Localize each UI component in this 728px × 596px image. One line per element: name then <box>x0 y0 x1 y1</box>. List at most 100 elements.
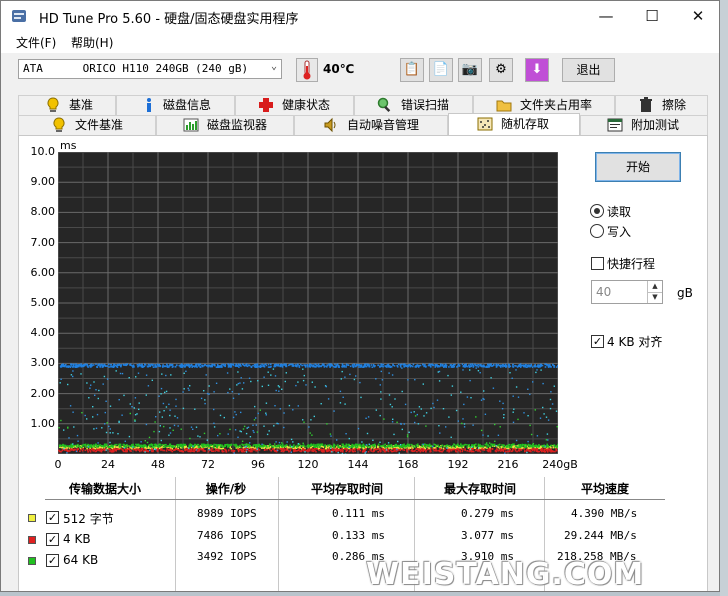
series-checkbox-64kb[interactable]: ✓ <box>46 554 59 567</box>
data-point <box>415 448 417 450</box>
align-4kb-checkbox[interactable]: ✓ <box>591 335 604 348</box>
data-point <box>334 363 336 366</box>
tab-folder-usage[interactable]: 文件夹占用率 <box>473 95 615 115</box>
data-point <box>289 448 292 450</box>
data-point <box>175 398 177 401</box>
data-point <box>474 363 476 366</box>
data-point <box>287 449 289 451</box>
data-point <box>112 365 115 368</box>
data-point <box>503 417 505 419</box>
data-point <box>526 448 528 451</box>
copy-text-button[interactable]: 📄 <box>429 58 453 82</box>
menu-help[interactable]: 帮助(H) <box>71 34 113 51</box>
data-point <box>97 397 99 400</box>
data-point <box>466 446 469 448</box>
series-checkbox-4kb[interactable]: ✓ <box>46 533 59 546</box>
data-point <box>323 448 325 450</box>
data-point <box>482 397 484 400</box>
read-radio[interactable] <box>590 204 604 218</box>
data-point <box>353 364 356 366</box>
data-point <box>208 447 210 450</box>
tab-file-benchmark[interactable]: 文件基准 <box>18 115 156 135</box>
data-point <box>297 381 299 383</box>
data-point <box>406 435 409 438</box>
data-point <box>219 445 222 448</box>
data-point <box>277 423 279 425</box>
data-point <box>339 390 342 393</box>
tab-aam[interactable]: 自动噪音管理 <box>294 115 448 135</box>
data-point <box>283 426 285 429</box>
copy-info-button[interactable]: 📋 <box>400 58 424 82</box>
data-point <box>550 391 552 393</box>
write-radio[interactable] <box>590 224 604 238</box>
data-point <box>155 416 157 418</box>
data-point <box>59 450 62 453</box>
menu-file[interactable]: 文件(F) <box>16 34 56 51</box>
short-stroke-checkbox[interactable] <box>591 257 604 270</box>
data-point <box>213 408 215 411</box>
trash-icon <box>640 97 652 112</box>
data-point <box>530 433 533 436</box>
data-point <box>223 445 226 448</box>
data-point <box>89 387 91 389</box>
data-point <box>255 424 257 426</box>
data-point <box>176 364 178 367</box>
data-point <box>314 444 317 446</box>
data-point <box>241 388 244 390</box>
data-point <box>120 448 122 450</box>
tab-health[interactable]: 健康状态 <box>235 95 354 115</box>
screenshot-button[interactable]: 📷 <box>458 58 482 82</box>
data-point <box>416 413 418 416</box>
data-point <box>237 446 240 448</box>
save-button[interactable]: ⬇ <box>525 58 549 82</box>
tab-erase[interactable]: 擦除 <box>615 95 708 115</box>
data-point <box>58 427 60 429</box>
drive-select[interactable]: ATA ORICO H110 240GB (240 gB) ⌄ <box>18 59 282 79</box>
data-point <box>519 364 521 366</box>
data-point <box>302 368 304 370</box>
data-point <box>102 365 104 368</box>
data-point <box>341 370 343 373</box>
data-point <box>358 366 360 368</box>
data-point <box>499 446 501 448</box>
tab-disk-monitor[interactable]: 磁盘监视器 <box>156 115 294 135</box>
options-button[interactable]: ⚙ <box>489 58 513 82</box>
close-button[interactable]: ✕ <box>675 1 719 31</box>
data-point <box>401 367 403 369</box>
data-point <box>425 444 428 446</box>
short-stroke-stepper[interactable]: 40 ▲ ▼ <box>591 280 663 304</box>
minimize-button[interactable]: — <box>583 1 629 31</box>
data-point <box>207 365 209 368</box>
data-point <box>351 445 354 447</box>
temperature-button[interactable] <box>296 58 318 82</box>
data-point <box>67 383 69 386</box>
tab-disk-info[interactable]: 磁盘信息 <box>116 95 235 115</box>
start-button[interactable]: 开始 <box>595 152 681 182</box>
data-point <box>119 446 121 448</box>
series-checkbox-512[interactable]: ✓ <box>46 511 59 524</box>
data-point <box>547 419 550 421</box>
data-point <box>130 450 132 452</box>
data-point <box>92 416 94 418</box>
data-point <box>84 444 87 446</box>
data-point <box>165 374 167 377</box>
tab-benchmark[interactable]: 基准 <box>18 95 116 115</box>
health-icon <box>259 98 273 112</box>
stepper-down-icon[interactable]: ▼ <box>647 292 662 303</box>
data-point <box>221 450 223 452</box>
data-point <box>253 419 256 421</box>
exit-button[interactable]: 退出 <box>562 58 615 82</box>
maximize-button[interactable]: ☐ <box>629 1 675 31</box>
data-point <box>175 405 177 407</box>
data-point <box>256 363 259 365</box>
data-point <box>319 449 321 451</box>
data-point <box>166 448 168 450</box>
data-point <box>259 409 261 411</box>
tab-extra-tests[interactable]: 附加测试 <box>580 115 708 135</box>
tab-random-access[interactable]: 随机存取 <box>448 113 580 135</box>
data-point <box>186 448 188 450</box>
data-point <box>349 365 352 368</box>
data-point <box>98 389 100 392</box>
tab-error-scan[interactable]: 错误扫描 <box>354 95 473 115</box>
data-point <box>299 446 301 448</box>
